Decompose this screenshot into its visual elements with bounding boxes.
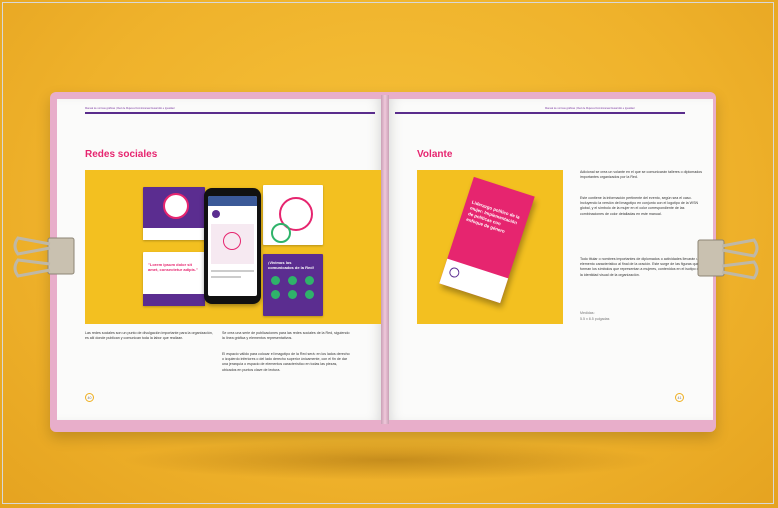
right-page-number: 41: [675, 393, 684, 402]
right-page: Manual de normas gráficas | Red de Mujer…: [385, 99, 713, 420]
avatar-icon: [271, 276, 280, 285]
flyer: Liderazgo político de la mujer: Implemen…: [439, 176, 535, 304]
facebook-header: [208, 196, 257, 206]
right-p2-text: Este contiene la información pertinente …: [580, 196, 699, 216]
card-footer: [143, 228, 205, 240]
logo-icon: [448, 266, 461, 279]
card-circle-green: [271, 223, 291, 243]
book-spine: [381, 95, 389, 424]
measures-value: 5.5 x 8.5 pulgadas: [580, 317, 610, 321]
left-col2-text-b: El espacio válido para colocar el imagot…: [222, 352, 350, 372]
flyer-title: Liderazgo político de la mujer: Implemen…: [465, 199, 521, 234]
binder-clip-right-icon: [697, 238, 759, 280]
social-card-circle: [263, 185, 323, 245]
smartphone: [204, 188, 261, 304]
card-icons-title: ¡Vivimos los comunicados de la Red!: [268, 260, 315, 270]
left-col1-text: Las redes sociales son un punto de divul…: [85, 331, 213, 341]
social-card-quote: "Lorem ipsum dolor sit amet, consectetur…: [143, 252, 205, 306]
book-shadow: [120, 440, 660, 480]
right-p1-text: Adicional se crea un volante en el que s…: [580, 170, 703, 180]
flyer-photo: Liderazgo político de la mujer: Implemen…: [417, 170, 563, 324]
right-p3-text: Todo titular o nombres importantes de di…: [580, 257, 701, 277]
left-page: Manual de normas gráficas | Red de Mujer…: [57, 99, 385, 420]
post-image: [211, 224, 254, 264]
left-page-header: Manual de normas gráficas | Red de Mujer…: [85, 107, 175, 110]
left-col2-text-a: Se crea una serie de publicaciones para …: [222, 331, 350, 341]
left-header-rule: [85, 112, 375, 114]
social-card-purple: [143, 187, 205, 240]
card-quote-text: "Lorem ipsum dolor sit amet, consectetur…: [148, 262, 198, 272]
profile-avatar: [212, 210, 220, 218]
avatar-icon: [271, 290, 280, 299]
card-footer: [143, 294, 205, 306]
right-header-rule: [395, 112, 685, 114]
avatar-icon: [305, 276, 314, 285]
post-line: [211, 270, 254, 272]
left-page-title: Redes sociales: [85, 149, 158, 160]
left-page-number: 40: [85, 393, 94, 402]
social-card-icons: ¡Vivimos los comunicados de la Red!: [263, 254, 323, 316]
right-page-header: Manual de normas gráficas | Red de Mujer…: [545, 107, 635, 110]
binder-clip-left-icon: [13, 236, 75, 278]
avatar-icon: [288, 276, 297, 285]
post-line: [211, 276, 241, 278]
flyer-footer: [439, 258, 509, 304]
avatar-icon: [305, 290, 314, 299]
photo-scene: Manual de normas gráficas | Red de Mujer…: [0, 0, 778, 508]
phone-screen: [208, 196, 257, 296]
avatar-icon: [288, 290, 297, 299]
measures-label: Medidas:: [580, 311, 595, 315]
right-page-title: Volante: [417, 149, 453, 160]
card-circle: [163, 193, 189, 219]
post-circle: [223, 232, 241, 250]
